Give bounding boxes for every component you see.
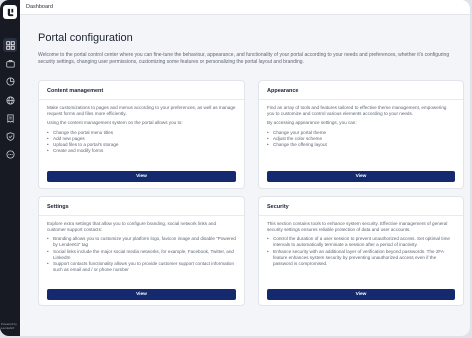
card-title: Security (267, 204, 289, 210)
feature-list: Control the duration of a user session t… (267, 236, 455, 266)
card-description: Using the content management system on t… (47, 120, 183, 126)
shield-check-icon[interactable] (3, 129, 17, 143)
list-item: Branding allows you to customize your pl… (47, 236, 236, 248)
list-item: Support contacts functionality allows yo… (47, 261, 236, 273)
appearance-view-button[interactable]: View (267, 171, 455, 182)
card-description: This section contains tools to enhance s… (267, 221, 448, 233)
top-bar: Dashboard (20, 0, 470, 15)
powered-by-text: Powered by LenderEX (1, 322, 20, 330)
app-logo-icon[interactable] (3, 5, 17, 19)
card-divider (39, 215, 244, 216)
list-item: Social links include the major social me… (47, 249, 236, 261)
settings-view-button[interactable]: View (47, 289, 236, 300)
security-view-button[interactable]: View (267, 289, 455, 300)
card-body: Explore extra settings that allow you to… (47, 221, 236, 273)
card-body: This section contains tools to enhance s… (267, 221, 455, 267)
more-options-icon[interactable] (3, 147, 17, 161)
receipt-icon[interactable] (3, 111, 17, 125)
feature-list: Change your portal theme Adjust the colo… (267, 130, 455, 148)
card-description: By accessing appearance settings, you ca… (267, 120, 357, 126)
card-description: Find an array of tools and features tail… (267, 105, 447, 117)
app-window: Powered by LenderEX Dashboard Portal con… (0, 0, 470, 336)
card-title: Settings (47, 204, 69, 210)
card-description: Make customizations to pages and menus a… (47, 105, 236, 117)
card-title: Appearance (267, 88, 299, 94)
card-title: Content management (47, 88, 104, 94)
page-title: Portal configuration (38, 32, 133, 44)
feature-list: Change the portal menu titles Add new pa… (47, 130, 236, 154)
page-intro: Welcome to the portal control center whe… (38, 52, 450, 66)
feature-list: Branding allows you to customize your pl… (47, 236, 236, 273)
settings-card: Settings Explore extra settings that all… (38, 196, 245, 306)
sidebar: Powered by LenderEX (0, 0, 20, 336)
list-item: Create and modify forms (47, 148, 236, 154)
pie-chart-icon[interactable] (3, 74, 17, 88)
list-item: Enhance security with an additional laye… (267, 249, 455, 267)
card-divider (259, 99, 463, 100)
globe-icon[interactable] (3, 93, 17, 107)
security-card: Security This section contains tools to … (258, 196, 464, 306)
card-body: Make customizations to pages and menus a… (47, 105, 236, 154)
dashboard-grid-icon[interactable] (3, 38, 17, 52)
card-divider (259, 215, 463, 216)
list-item: Control the duration of a user session t… (267, 236, 455, 248)
card-description: Explore extra settings that allow you to… (47, 221, 217, 233)
appearance-card: Appearance Find an array of tools and fe… (258, 80, 464, 189)
list-item: Change the offering layout (267, 142, 455, 148)
content-management-card: Content management Make customizations t… (38, 80, 245, 189)
powered-by-brand: LenderEX (1, 326, 15, 330)
breadcrumb[interactable]: Dashboard (26, 4, 53, 11)
content-management-view-button[interactable]: View (47, 171, 236, 182)
card-body: Find an array of tools and features tail… (267, 105, 455, 148)
briefcase-icon[interactable] (3, 56, 17, 70)
card-divider (39, 99, 244, 100)
